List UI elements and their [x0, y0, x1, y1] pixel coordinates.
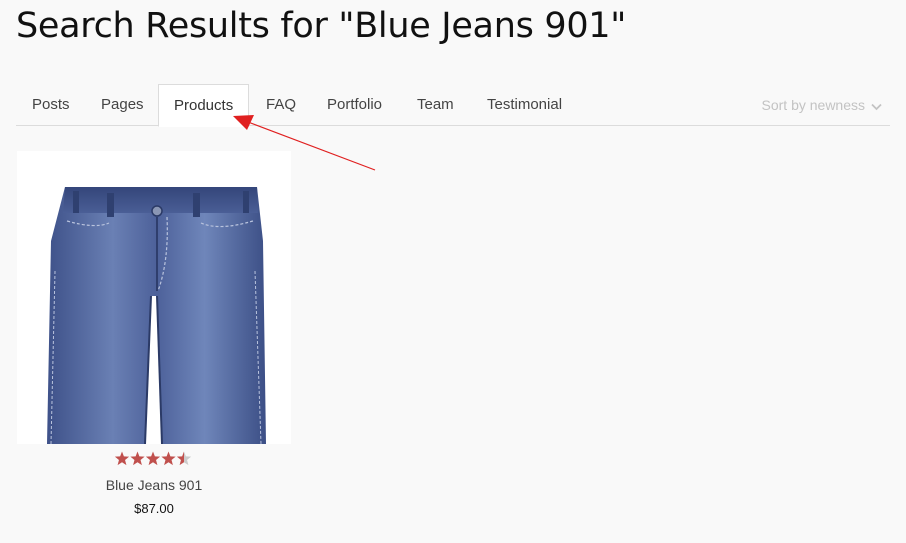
sort-select[interactable]: Sort by newness — [762, 84, 883, 126]
product-card[interactable]: Blue Jeans 901 $87.00 — [17, 151, 291, 521]
sort-select-value: Sort by newness — [761, 97, 866, 113]
star-icon — [176, 451, 192, 466]
product-name[interactable]: Blue Jeans 901 — [17, 477, 291, 493]
product-price: $87.00 — [134, 501, 174, 516]
star-icon — [161, 451, 176, 466]
tab-team[interactable]: Team — [417, 84, 454, 126]
chevron-down-icon — [871, 85, 882, 127]
star-icon — [145, 451, 161, 466]
tab-faq[interactable]: FAQ — [266, 84, 296, 126]
jeans-image — [47, 187, 266, 444]
page-title: Search Results for "Blue Jeans 901" — [16, 6, 627, 46]
search-result-tabs: Posts Pages Products FAQ Portfolio Team … — [16, 84, 890, 127]
star-rating-icon — [114, 451, 192, 466]
tab-testimonial[interactable]: Testimonial — [487, 84, 562, 126]
star-icon — [114, 451, 130, 466]
star-icon — [130, 451, 145, 466]
product-image[interactable] — [17, 151, 291, 444]
tab-pages[interactable]: Pages — [101, 84, 144, 126]
product-rating — [17, 450, 291, 472]
tab-products[interactable]: Products — [158, 84, 250, 127]
tab-portfolio[interactable]: Portfolio — [327, 84, 382, 126]
tab-posts[interactable]: Posts — [32, 84, 70, 126]
